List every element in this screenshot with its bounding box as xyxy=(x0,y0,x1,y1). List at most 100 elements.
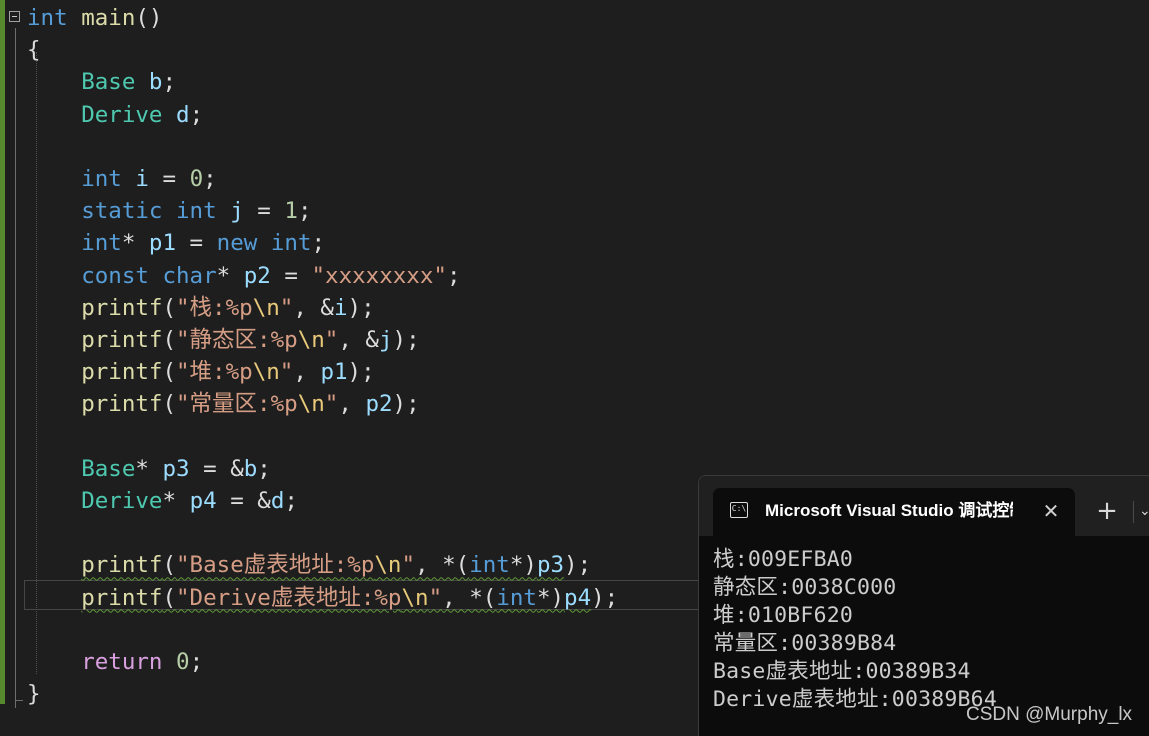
code-token: * xyxy=(162,488,190,514)
code-token: main xyxy=(81,5,136,31)
code-token: ; xyxy=(446,262,461,289)
code-token: int xyxy=(81,166,122,192)
code-token: b xyxy=(243,455,258,482)
collapse-icon[interactable] xyxy=(9,11,20,22)
code-token: "静态区:%p xyxy=(176,327,298,353)
code-token: printf xyxy=(81,391,163,418)
console-output-line: 栈:009EFBA0 xyxy=(713,547,853,572)
code-token: ; xyxy=(284,488,298,514)
code-token: 0 xyxy=(176,649,190,675)
code-token: const xyxy=(81,262,149,289)
code-token: j xyxy=(230,198,244,225)
code-token: , xyxy=(293,359,321,386)
code-token: "xxxxxxxx" xyxy=(311,262,447,289)
code-line: Base* p3 = &b; xyxy=(27,453,271,485)
code-token: ( xyxy=(162,327,177,353)
code-token: ; xyxy=(189,649,204,675)
code-token: b xyxy=(148,69,163,96)
code-token: , *( xyxy=(415,552,470,579)
code-token: "Derive虚表地址:%p xyxy=(176,584,402,611)
code-token: " xyxy=(324,391,339,418)
change-tracking-bar xyxy=(0,0,5,704)
code-token: *) xyxy=(536,584,565,611)
code-token: p1 xyxy=(320,359,348,386)
outline-margin-line xyxy=(15,28,16,708)
code-token: p4 xyxy=(189,488,217,514)
code-token: " xyxy=(401,552,416,579)
code-token: = & xyxy=(189,455,244,482)
console-icon: C:\ xyxy=(730,502,748,518)
code-token: i xyxy=(333,294,348,321)
code-token: ; xyxy=(297,198,312,225)
code-token: Derive xyxy=(81,488,163,514)
code-line: static int j = 1; xyxy=(27,195,311,227)
terminal-titlebar: C:\ Microsoft Visual Studio 调试控制台 ✕ + ⌄ xyxy=(699,476,1149,536)
code-token: ; xyxy=(162,69,177,96)
code-token: * xyxy=(216,262,244,289)
code-line: printf("常量区:%p\n", p2); xyxy=(27,388,420,420)
code-token: int xyxy=(27,5,68,31)
code-token: ); xyxy=(564,552,592,579)
code-line: printf("Derive虚表地址:%p\n", *(int*)p4); xyxy=(27,582,618,614)
debug-console-window[interactable]: C:\ Microsoft Visual Studio 调试控制台 ✕ + ⌄ … xyxy=(698,475,1149,736)
code-token: Derive xyxy=(81,101,163,128)
code-line: } xyxy=(27,678,41,710)
code-token: 0 xyxy=(189,166,204,192)
code-token: = & xyxy=(216,488,271,514)
code-token: " xyxy=(428,584,443,611)
code-line: int* p1 = new int; xyxy=(27,227,325,259)
console-output[interactable]: 栈:009EFBA0 静态区:0038C000 堆:010BF620 常量区:0… xyxy=(713,546,1143,714)
terminal-tab[interactable]: C:\ Microsoft Visual Studio 调试控制台 ✕ xyxy=(713,488,1075,536)
code-token: " xyxy=(279,294,294,321)
plus-icon[interactable]: + xyxy=(1092,496,1122,526)
code-token: printf xyxy=(81,584,163,611)
code-token: ); xyxy=(392,391,420,418)
code-line: const char* p2 = "xxxxxxxx"; xyxy=(27,260,461,292)
chevron-down-icon[interactable]: ⌄ xyxy=(1139,496,1149,526)
code-line: printf("静态区:%p\n", &j); xyxy=(27,324,419,356)
console-output-line: Base虚表地址:00389B34 xyxy=(713,659,971,684)
code-token: "栈:%p xyxy=(176,294,253,321)
code-token: char xyxy=(162,262,217,289)
code-token: , *( xyxy=(442,584,497,611)
code-token: * xyxy=(121,230,149,257)
code-token: \n xyxy=(297,327,325,353)
code-line: printf("堆:%p\n", p1); xyxy=(27,356,375,388)
code-token: , & xyxy=(338,327,379,353)
code-token: ; xyxy=(311,230,326,257)
code-token: *) xyxy=(509,552,537,579)
close-icon[interactable]: ✕ xyxy=(1039,497,1063,525)
code-token: { xyxy=(27,37,41,64)
code-token: 1 xyxy=(284,198,298,225)
code-token: "堆:%p xyxy=(176,359,253,386)
code-line: { xyxy=(27,34,41,66)
code-token: int xyxy=(496,584,537,611)
code-token: d xyxy=(270,488,285,514)
watermark: CSDN @Murphy_lx xyxy=(966,704,1133,725)
code-token: * xyxy=(135,455,163,482)
code-token: = xyxy=(148,166,190,192)
titlebar-divider xyxy=(1133,501,1134,523)
code-token: return xyxy=(81,649,163,675)
code-token: ; xyxy=(203,166,217,192)
code-line: printf("栈:%p\n", &i); xyxy=(27,292,374,324)
code-token: int xyxy=(81,230,122,257)
code-token: printf xyxy=(81,552,163,579)
code-token: ); xyxy=(347,359,375,386)
outline-end-marker xyxy=(15,700,23,701)
